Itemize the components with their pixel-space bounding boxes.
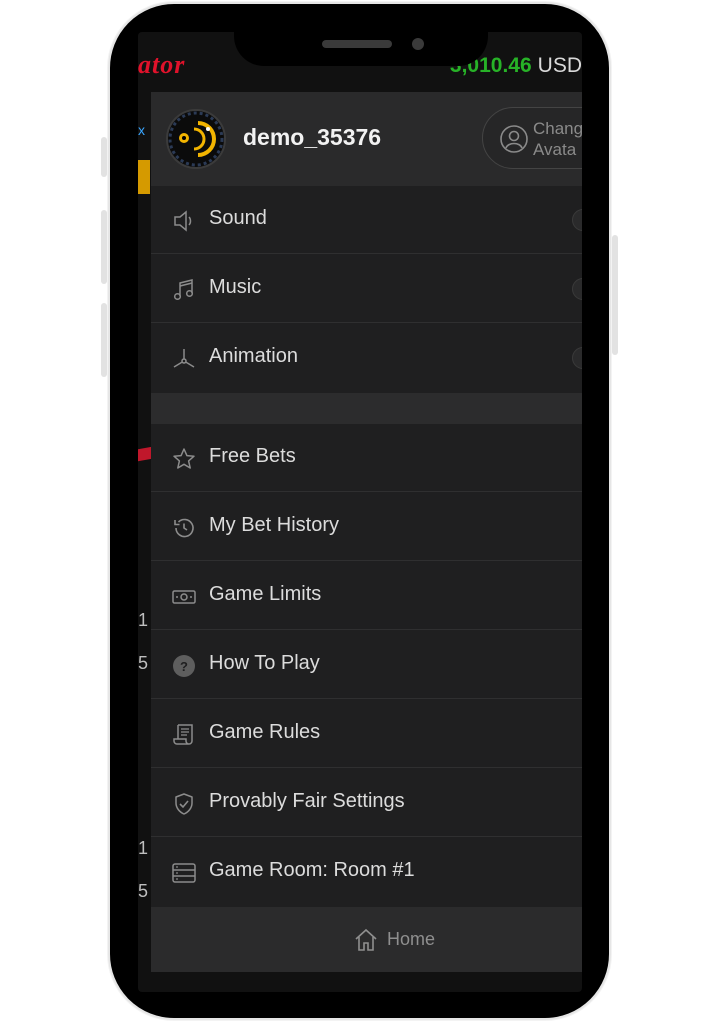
menu-item-free-bets[interactable]: Free Bets bbox=[151, 424, 582, 492]
svg-text:?: ? bbox=[180, 659, 188, 674]
phone-notch bbox=[234, 4, 488, 66]
phone-side-button bbox=[612, 235, 618, 355]
phone-side-button bbox=[101, 137, 107, 177]
menu-item-label: My Bet History bbox=[209, 514, 340, 536]
bg-number: 5 bbox=[138, 653, 149, 673]
menu-item-game-limits[interactable]: Game Limits bbox=[151, 562, 582, 630]
avatar[interactable] bbox=[166, 109, 226, 169]
setting-label: Sound bbox=[209, 207, 267, 229]
speaker-icon bbox=[171, 208, 197, 234]
game-logo: ator bbox=[138, 50, 186, 79]
menu-item-bet-history[interactable]: My Bet History bbox=[151, 493, 582, 561]
username: demo_35376 bbox=[243, 124, 382, 150]
bg-number: 1 bbox=[138, 610, 149, 630]
setting-row-sound[interactable]: Sound bbox=[151, 186, 582, 254]
banknote-icon bbox=[171, 584, 197, 610]
menu-item-label: How To Play bbox=[209, 652, 320, 674]
music-note-icon bbox=[171, 277, 197, 303]
change-avatar-label: Chang Avata bbox=[533, 119, 582, 159]
home-button[interactable]: Home bbox=[151, 907, 582, 972]
setting-row-animation[interactable]: Animation bbox=[151, 324, 582, 392]
scroll-icon bbox=[171, 722, 197, 748]
animation-toggle[interactable] bbox=[572, 347, 582, 369]
bg-number: 1 bbox=[138, 838, 149, 858]
propeller-icon bbox=[171, 346, 197, 372]
menu-item-game-rules[interactable]: Game Rules bbox=[151, 700, 582, 768]
menu-item-label: Game Room: Room #1 bbox=[209, 859, 415, 881]
section-divider bbox=[151, 393, 582, 424]
setting-label: Music bbox=[209, 276, 262, 298]
menu-item-label: Free Bets bbox=[209, 445, 296, 467]
phone-side-button bbox=[101, 303, 107, 377]
menu-item-provably-fair[interactable]: Provably Fair Settings bbox=[151, 769, 582, 837]
menu-item-label: Game Limits bbox=[209, 583, 322, 605]
shield-check-icon bbox=[171, 791, 197, 817]
menu-item-how-to-play[interactable]: ? How To Play bbox=[151, 631, 582, 699]
menu-item-label: Provably Fair Settings bbox=[209, 790, 405, 812]
sound-toggle[interactable] bbox=[572, 209, 582, 231]
home-label: Home bbox=[387, 929, 436, 949]
profile-header: demo_35376 Chang Avata bbox=[151, 92, 582, 186]
home-icon bbox=[353, 927, 379, 953]
speaker-grille bbox=[322, 40, 392, 48]
settings-menu: demo_35376 Chang Avata Sound Music Anima… bbox=[151, 92, 582, 972]
bg-yellow-strip bbox=[138, 160, 150, 194]
menu-item-label: Game Rules bbox=[209, 721, 321, 743]
bg-red-strip bbox=[138, 446, 152, 462]
setting-label: Animation bbox=[209, 345, 298, 367]
setting-row-music[interactable]: Music bbox=[151, 255, 582, 323]
bg-number: 5 bbox=[138, 881, 149, 901]
front-camera bbox=[412, 38, 424, 50]
user-circle-icon bbox=[499, 124, 529, 154]
music-toggle[interactable] bbox=[572, 278, 582, 300]
history-icon bbox=[171, 515, 197, 541]
bg-close-mark: x bbox=[138, 122, 145, 138]
server-icon bbox=[171, 860, 197, 886]
change-avatar-button[interactable]: Chang Avata bbox=[482, 107, 582, 169]
balance-currency: USD bbox=[537, 54, 582, 77]
phone-screen: ator 3,010.46 USD x 1 5 1 5 demo_35376 C… bbox=[138, 32, 582, 992]
question-icon: ? bbox=[171, 653, 197, 679]
star-icon bbox=[171, 446, 197, 472]
phone-side-button bbox=[101, 210, 107, 284]
menu-item-game-room[interactable]: Game Room: Room #1 bbox=[151, 838, 582, 906]
